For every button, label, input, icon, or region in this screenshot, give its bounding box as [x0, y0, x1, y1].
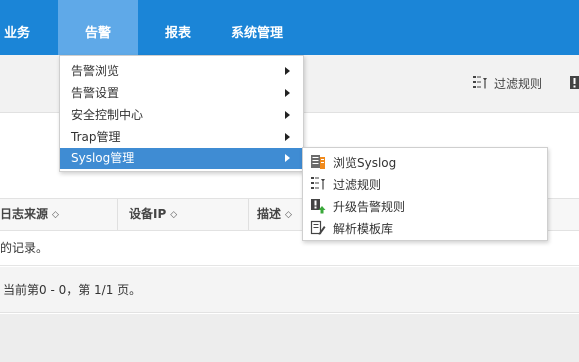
nav-item-alarm[interactable]: 告警 [58, 0, 138, 55]
column-label: 描述 [257, 207, 282, 221]
column-header-device-ip[interactable]: 设备IP ◇ [129, 199, 177, 230]
escalate-alarm-icon [311, 199, 326, 214]
filter-rules-button[interactable]: 过滤规则 [472, 74, 542, 92]
submenu-item-label: 解析模板库 [333, 221, 394, 236]
submenu-arrow-icon [285, 111, 290, 119]
menu-item-syslog-management[interactable]: Syslog管理 [60, 148, 303, 169]
sort-icon: ◇ [170, 210, 178, 220]
footer-area [0, 314, 579, 362]
menu-item-label: 告警设置 [71, 86, 120, 100]
menu-item-label: Trap管理 [71, 130, 121, 144]
filter-rules-icon [311, 177, 325, 190]
pagination-bar: 当前第0 - 0，第 1/1 页。 [0, 267, 579, 313]
menu-item-trap-management[interactable]: Trap管理 [60, 127, 303, 148]
filter-rules-label: 过滤规则 [494, 76, 543, 91]
column-label: 设备IP [129, 207, 167, 221]
column-divider [248, 199, 249, 230]
menu-item-alarm-settings[interactable]: 告警设置 [60, 83, 303, 104]
column-divider [117, 199, 118, 230]
nav-item-reports[interactable]: 报表 [146, 0, 210, 55]
filter-rules-icon [473, 76, 487, 89]
menu-item-label: 告警浏览 [71, 64, 120, 78]
sort-icon: ◇ [285, 210, 292, 220]
column-label: 日志来源 [0, 207, 49, 221]
menu-item-label: 安全控制中心 [71, 108, 144, 122]
column-header-log-source[interactable]: 日志来源 ◇ [0, 199, 59, 230]
submenu-item-filter-rules[interactable]: 过滤规则 [303, 173, 547, 195]
submenu-item-template-library[interactable]: 解析模板库 [303, 217, 547, 239]
syslog-submenu: 浏览Syslog 过滤规则 升级告警规则 解析模板库 [302, 147, 548, 241]
submenu-arrow-icon [285, 133, 290, 141]
nav-item-business[interactable]: 业务 [0, 0, 34, 55]
submenu-item-label: 升级告警规则 [333, 199, 406, 214]
template-library-icon [310, 220, 326, 235]
submenu-arrow-icon [285, 89, 290, 97]
column-header-description[interactable]: 描述 ◇ [257, 199, 292, 230]
empty-records-text: 的记录。 [0, 241, 49, 255]
menu-item-security-control-center[interactable]: 安全控制中心 [60, 105, 303, 126]
sort-icon: ◇ [52, 210, 59, 220]
pagination-text: 当前第0 - 0，第 1/1 页。 [3, 283, 142, 297]
menu-item-alarm-browse[interactable]: 告警浏览 [60, 61, 303, 82]
submenu-item-escalate-alarm-rules[interactable]: 升级告警规则 [303, 195, 547, 217]
nav-item-system-management[interactable]: 系统管理 [222, 0, 292, 55]
submenu-arrow-icon [285, 154, 290, 162]
browse-syslog-icon [311, 155, 325, 169]
submenu-item-label: 浏览Syslog [333, 155, 397, 170]
top-nav-bar: 业务 告警 报表 系统管理 [0, 0, 579, 55]
submenu-item-browse-syslog[interactable]: 浏览Syslog [303, 151, 547, 173]
submenu-arrow-icon [285, 67, 290, 75]
alert-icon[interactable] [570, 76, 579, 89]
alarm-dropdown-menu: 告警浏览 告警设置 安全控制中心 Trap管理 Syslog管理 [59, 55, 304, 172]
menu-item-label: Syslog管理 [71, 151, 135, 165]
submenu-item-label: 过滤规则 [333, 177, 382, 192]
